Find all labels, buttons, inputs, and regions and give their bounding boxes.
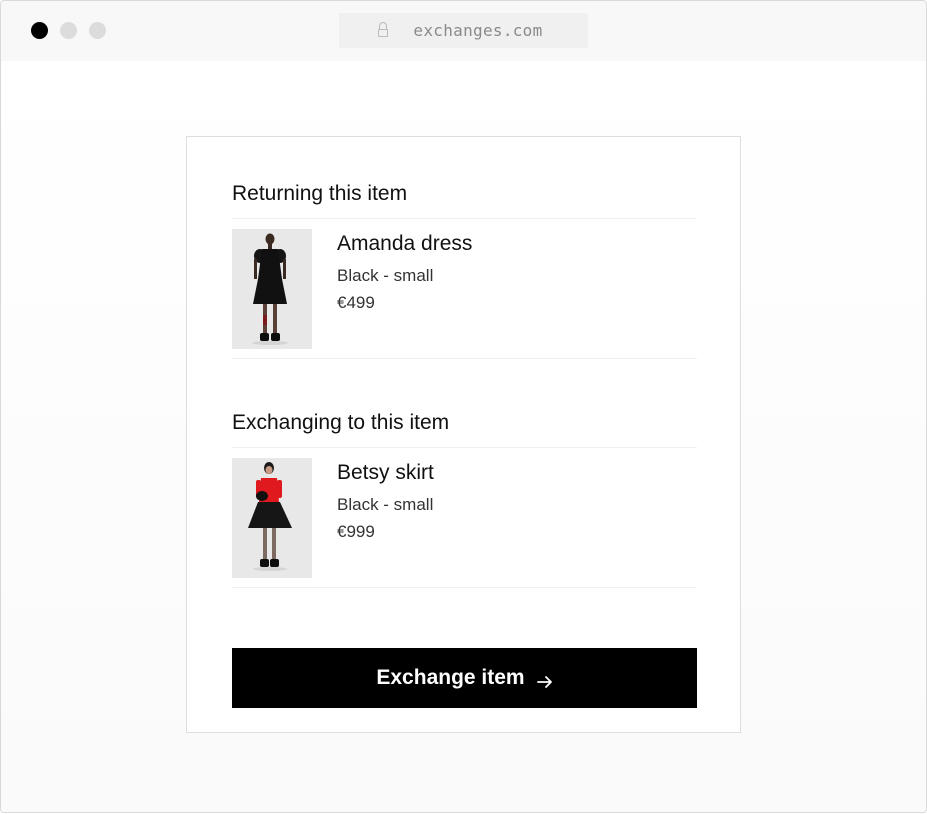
browser-window: exchanges.com Returning this item Amanda… <box>0 0 927 813</box>
returning-item-price: €499 <box>337 293 375 312</box>
exchanging-item-name: Betsy skirt <box>337 461 434 484</box>
divider <box>232 358 697 359</box>
url-text: exchanges.com <box>413 21 543 40</box>
exchange-item-button-label: Exchange item <box>376 666 525 689</box>
window-minimize-dot[interactable] <box>60 22 77 39</box>
divider <box>232 218 697 219</box>
exchanging-item-price: €999 <box>337 522 375 541</box>
exchange-item-button[interactable]: Exchange item <box>232 648 697 708</box>
exchanging-heading: Exchanging to this item <box>232 411 450 434</box>
returning-heading: Returning this item <box>232 182 408 205</box>
lock-icon <box>378 21 389 37</box>
browser-titlebar: exchanges.com <box>1 1 926 61</box>
returning-item-variant: Black - small <box>337 266 434 285</box>
arrow-right-icon <box>536 671 553 688</box>
divider <box>232 587 697 588</box>
address-bar[interactable]: exchanges.com <box>339 13 588 48</box>
returning-item-name: Amanda dress <box>337 232 473 255</box>
dress-photo-icon <box>232 229 312 349</box>
exchanging-item-variant: Black - small <box>337 495 434 514</box>
skirt-photo-icon <box>232 458 312 578</box>
window-maximize-dot[interactable] <box>89 22 106 39</box>
window-close-dot[interactable] <box>31 22 48 39</box>
exchange-card: Returning this item Amanda dress Black -… <box>186 136 741 733</box>
divider <box>232 447 697 448</box>
